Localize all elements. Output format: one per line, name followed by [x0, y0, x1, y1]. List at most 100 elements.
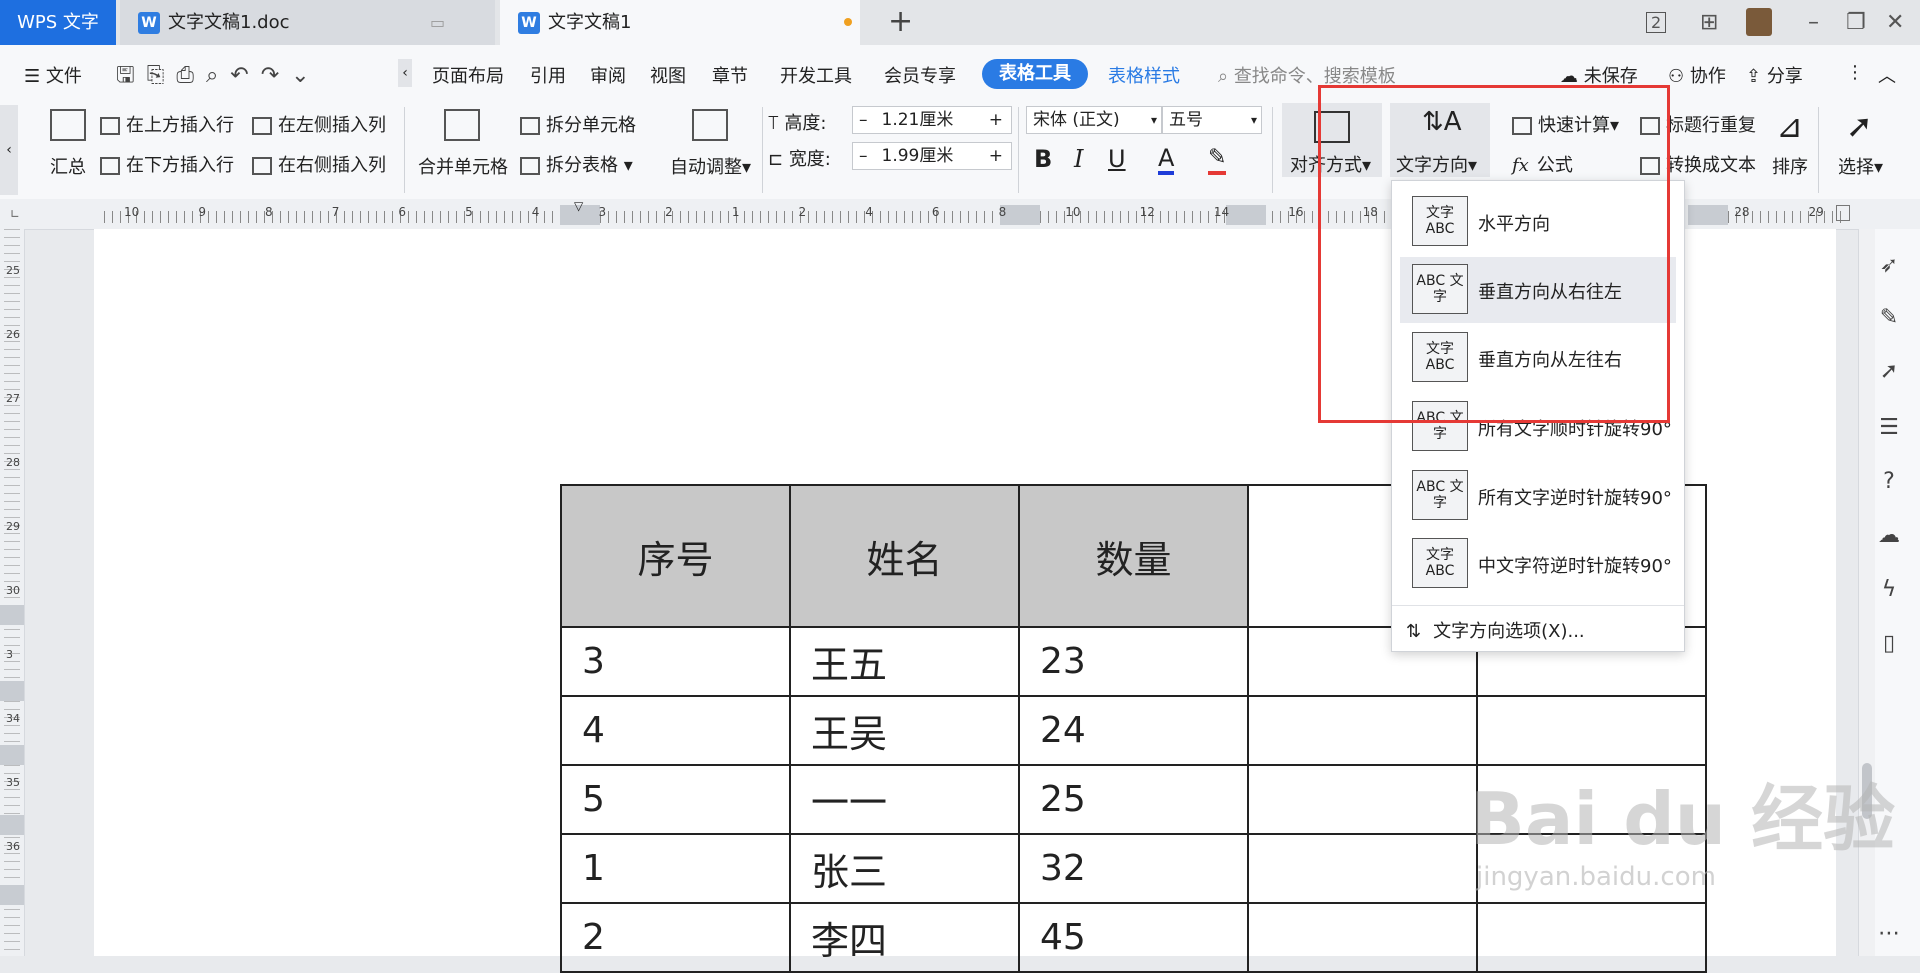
increment-icon[interactable]: + — [989, 143, 1003, 169]
minimize-icon[interactable]: – — [1808, 10, 1819, 35]
close-icon[interactable]: ✕ — [1886, 10, 1904, 35]
quick-access-toolbar[interactable]: 🖫⎘⎙⌕↶↷⌄ — [116, 58, 322, 96]
auto-fit-button[interactable]: 自动调整▾ — [670, 153, 751, 179]
ribbon-scroll-left-icon[interactable]: ‹ — [0, 105, 18, 195]
table-cell[interactable]: 张三 — [789, 833, 1020, 904]
book-icon[interactable]: ▯ — [1874, 629, 1904, 659]
menu-item-cjk-rotate[interactable]: 文字 ABC 中文字符逆时针旋转90° — [1400, 531, 1676, 597]
decrement-icon[interactable]: – — [859, 110, 868, 130]
rocket-icon[interactable]: ➶ — [1874, 251, 1904, 281]
insert-row-below-button[interactable]: 在下方插入行 — [100, 151, 234, 177]
width-field[interactable]: –1.99厘米 + — [852, 142, 1012, 170]
menu-page-layout[interactable]: 页面布局 — [432, 62, 504, 88]
font-size-select[interactable]: 五号 ▾ — [1162, 106, 1262, 134]
table-cell[interactable] — [1476, 695, 1707, 766]
decrement-icon[interactable]: – — [859, 146, 868, 166]
scroll-left-icon[interactable]: ‹ — [398, 59, 412, 87]
table-cell[interactable]: 1 — [560, 833, 791, 904]
menu-chapter[interactable]: 章节 — [712, 62, 748, 88]
tab-document-doc[interactable]: W 文字文稿1.doc ▭ — [120, 0, 495, 45]
split-cells-button[interactable]: 拆分单元格 — [520, 111, 636, 137]
table-cell[interactable] — [1247, 764, 1478, 835]
table-cell[interactable]: 23 — [1018, 626, 1249, 697]
page-count-icon[interactable]: 2 — [1646, 12, 1667, 33]
app-logo[interactable]: WPS 文字 — [0, 0, 116, 45]
menu-divider — [1392, 605, 1684, 606]
tab-stop-icon[interactable]: ∟ — [10, 207, 20, 221]
table-cell[interactable] — [1247, 902, 1478, 973]
increment-icon[interactable]: + — [989, 107, 1003, 133]
font-name-select[interactable]: 宋体 (正文) ▾ — [1026, 106, 1162, 134]
split-cells-label: 拆分单元格 — [546, 115, 636, 136]
ruler-label: 29 — [1808, 205, 1824, 219]
underline-button[interactable]: U — [1108, 145, 1126, 173]
table-cell[interactable] — [1476, 902, 1707, 973]
divider — [1018, 107, 1019, 193]
sort-icon: ⊿ — [1776, 107, 1803, 145]
split-table-button[interactable]: 拆分表格 ▾ — [520, 151, 633, 177]
table-cell[interactable]: 4 — [560, 695, 791, 766]
hamburger-icon: ☰ — [24, 66, 46, 87]
header-cell[interactable]: 姓名 — [789, 484, 1020, 628]
table-cell[interactable]: 王吴 — [789, 695, 1020, 766]
tab-table-tools[interactable]: 表格工具 — [982, 59, 1088, 89]
new-tab-button[interactable]: + — [888, 4, 913, 39]
insert-col-right-button[interactable]: 在右侧插入列 — [252, 151, 386, 177]
sort-button[interactable]: 排序 — [1772, 153, 1808, 179]
header-cell[interactable]: 序号 — [560, 484, 791, 628]
table-cell[interactable] — [1247, 833, 1478, 904]
highlight-icon[interactable]: ✎ — [1208, 145, 1227, 175]
header-cell[interactable]: 数量 — [1018, 484, 1249, 628]
more-icon[interactable]: ⋮ — [1846, 62, 1864, 83]
table-cell[interactable]: 32 — [1018, 833, 1249, 904]
file-menu[interactable]: ☰ 文件 — [24, 62, 82, 88]
menu-vip[interactable]: 会员专享 — [884, 62, 956, 88]
summary-button[interactable]: 汇总 — [50, 153, 86, 179]
italic-button[interactable]: I — [1074, 145, 1083, 173]
grid-apps-icon[interactable]: ⊞ — [1700, 10, 1718, 35]
height-field[interactable]: –1.21厘米 + — [852, 106, 1012, 134]
table-cell[interactable]: 一一 — [789, 764, 1020, 835]
col-width-icon: ⊏ — [768, 149, 789, 170]
ruler-toggle-icon[interactable] — [1836, 205, 1850, 221]
vertical-ruler[interactable]: 25 26 27 28 29 30 3 34 35 36 — [0, 229, 25, 956]
more-icon[interactable]: ⋯ — [1874, 919, 1904, 949]
table-cell[interactable]: 5 — [560, 764, 791, 835]
tab-table-style[interactable]: 表格样式 — [1108, 62, 1180, 88]
insert-col-left-button[interactable]: 在左侧插入列 — [252, 111, 386, 137]
menu-review[interactable]: 审阅 — [590, 62, 626, 88]
menu-view[interactable]: 视图 — [650, 62, 686, 88]
cursor-icon[interactable]: ➚ — [1874, 357, 1904, 387]
bold-button[interactable]: B — [1034, 145, 1052, 173]
restore-icon[interactable]: ❐ — [1846, 10, 1866, 35]
summary-icon — [50, 109, 86, 141]
share-button[interactable]: ⇪ 分享 — [1746, 62, 1803, 88]
table-cell[interactable]: 25 — [1018, 764, 1249, 835]
merge-cells-button[interactable]: 合并单元格 — [418, 153, 508, 179]
table-cell[interactable]: 王五 — [789, 626, 1020, 697]
pen-icon[interactable]: ✎ — [1874, 303, 1904, 333]
menu-item-options[interactable]: ⇅ 文字方向选项(X)... — [1406, 617, 1585, 643]
help-icon[interactable]: ? — [1874, 467, 1904, 497]
sliders-icon[interactable]: ☰ — [1874, 413, 1904, 443]
tab-document-active[interactable]: W 文字文稿1 — [500, 0, 860, 45]
table-cell[interactable]: 24 — [1018, 695, 1249, 766]
insert-row-above-button[interactable]: 在上方插入行 — [100, 111, 234, 137]
lightning-icon[interactable]: ϟ — [1874, 575, 1904, 605]
table-cell[interactable]: 3 — [560, 626, 791, 697]
cloud-sync-icon[interactable]: ☁ — [1874, 521, 1904, 551]
table-cell[interactable]: 李四 — [789, 902, 1020, 973]
menu-references[interactable]: 引用 — [530, 62, 566, 88]
font-color-button[interactable]: A — [1158, 145, 1175, 175]
select-button[interactable]: 选择▾ — [1838, 153, 1883, 179]
table-cell[interactable]: 45 — [1018, 902, 1249, 973]
ruler-label: 36 — [6, 840, 20, 853]
table-cell[interactable] — [1247, 695, 1478, 766]
insert-col-right-label: 在右侧插入列 — [278, 155, 386, 176]
menu-developer[interactable]: 开发工具 — [780, 62, 852, 88]
collab-button[interactable]: ⚇ 协作 — [1668, 62, 1726, 88]
menu-item-rotate-ccw[interactable]: ABC 文字 所有文字逆时针旋转90° — [1400, 463, 1676, 529]
collapse-ribbon-icon[interactable]: ︿ — [1878, 62, 1896, 88]
table-cell[interactable]: 2 — [560, 902, 791, 973]
avatar[interactable] — [1746, 8, 1772, 36]
